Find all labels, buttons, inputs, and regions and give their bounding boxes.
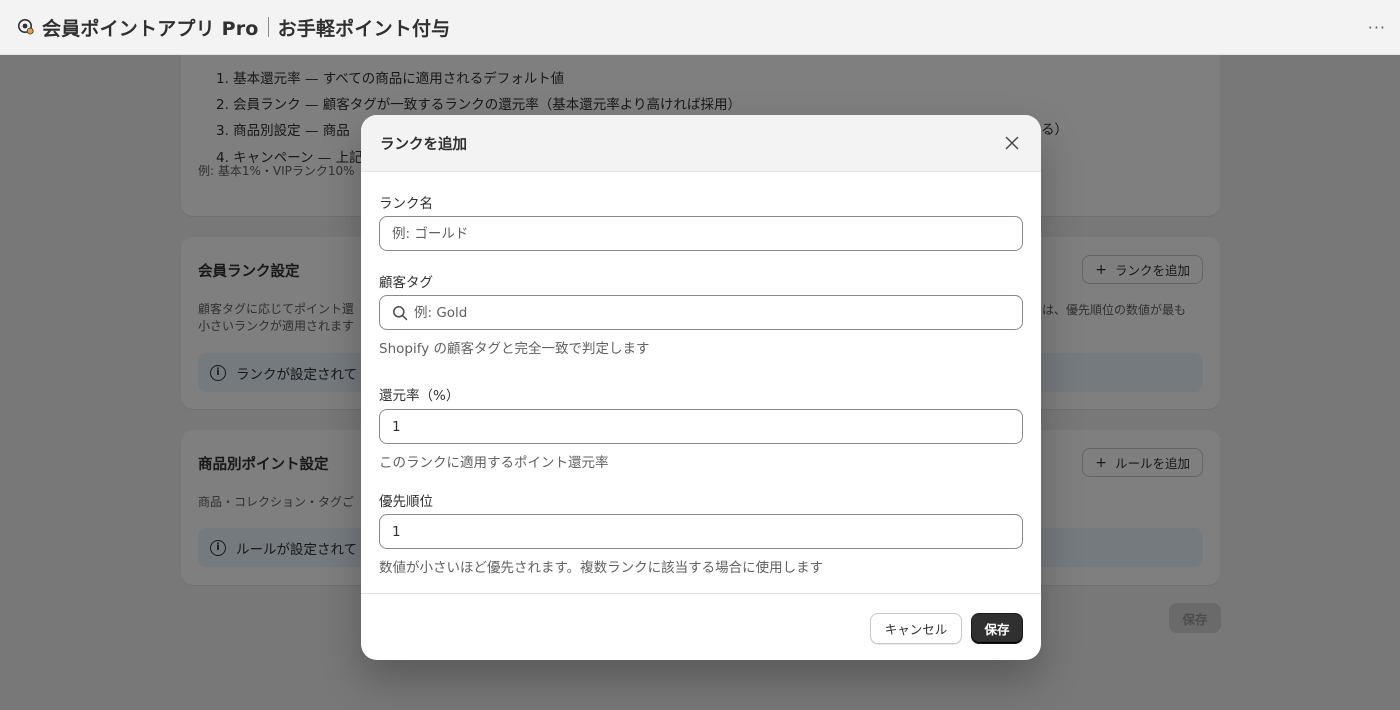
rank-name-label: ランク名 <box>379 196 433 212</box>
page-title: お手軽ポイント付与 <box>277 17 451 40</box>
rank-name-input[interactable] <box>392 225 1022 242</box>
priority-help: 数値が小さいほど優先されます。複数ランクに該当する場合に使用します <box>379 560 824 576</box>
add-rank-modal: ランクを追加 ランク名 顧客タグ Shopify の顧客タグと完全一致で判定しま… <box>361 115 1041 660</box>
close-modal-button[interactable] <box>1001 132 1023 154</box>
app-logo-icon <box>16 17 36 37</box>
priority-input[interactable] <box>392 523 1022 540</box>
customer-tag-field[interactable] <box>379 295 1023 330</box>
customer-tag-label: 顧客タグ <box>379 275 433 291</box>
rate-field[interactable] <box>379 409 1023 444</box>
title-separator <box>267 17 269 37</box>
priority-label: 優先順位 <box>379 494 433 510</box>
modal-header: ランクを追加 <box>361 115 1041 172</box>
priority-field[interactable] <box>379 514 1023 549</box>
more-actions-icon[interactable]: ··· <box>1368 18 1386 37</box>
customer-tag-input[interactable] <box>414 304 1022 321</box>
close-icon <box>1005 136 1019 150</box>
rate-input[interactable] <box>392 418 1022 435</box>
app-title: 会員ポイントアプリ Pro <box>42 17 259 40</box>
customer-tag-help: Shopify の顧客タグと完全一致で判定します <box>379 341 650 357</box>
app-header: 会員ポイントアプリ Pro お手軽ポイント付与 ··· <box>0 0 1400 55</box>
modal-body: ランク名 顧客タグ Shopify の顧客タグと完全一致で判定します 還元率（%… <box>361 172 1041 592</box>
modal-footer: キャンセル 保存 <box>361 593 1041 660</box>
rate-help: このランクに適用するポイント還元率 <box>379 455 609 471</box>
rank-name-field[interactable] <box>379 216 1023 251</box>
cancel-button[interactable]: キャンセル <box>870 613 962 644</box>
modal-title: ランクを追加 <box>380 136 467 153</box>
save-button[interactable]: 保存 <box>971 613 1023 644</box>
rate-label: 還元率（%） <box>379 388 460 404</box>
search-icon <box>393 305 408 320</box>
